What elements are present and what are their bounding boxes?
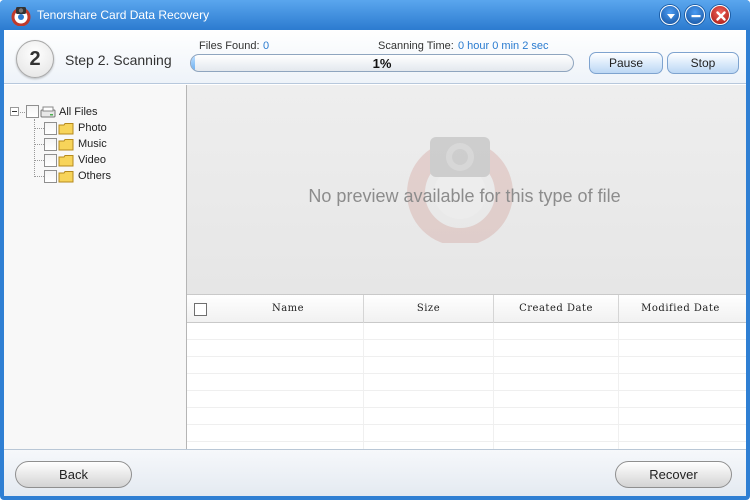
select-all-checkbox[interactable] bbox=[194, 303, 207, 316]
files-found-label: Files Found: bbox=[199, 40, 260, 52]
tree-connector bbox=[35, 176, 44, 177]
table-row bbox=[187, 323, 746, 340]
table-row bbox=[187, 340, 746, 357]
bottom-bar: Back Recover bbox=[4, 449, 746, 496]
recover-button[interactable]: Recover bbox=[615, 461, 732, 488]
client-area: 2 Step 2. Scanning Files Found: 0 Scanni… bbox=[4, 30, 746, 496]
dropdown-icon bbox=[667, 14, 675, 19]
column-header-name[interactable]: Name bbox=[213, 295, 363, 323]
stop-button[interactable]: Stop bbox=[667, 52, 739, 74]
back-button[interactable]: Back bbox=[15, 461, 132, 488]
others-checkbox[interactable] bbox=[44, 170, 57, 183]
step-label: Step 2. Scanning bbox=[65, 52, 172, 68]
table-row bbox=[187, 391, 746, 408]
tree-item-video[interactable]: Video bbox=[78, 154, 106, 166]
scanning-time-label: Scanning Time: bbox=[378, 40, 454, 52]
app-window: Tenorshare Card Data Recovery 2 Step 2. … bbox=[0, 0, 750, 500]
scan-progress-bar: 1% bbox=[190, 54, 574, 72]
all-files-checkbox[interactable] bbox=[26, 105, 39, 118]
table-row bbox=[187, 408, 746, 425]
scanning-time-value: 0 hour 0 min 2 sec bbox=[458, 40, 549, 52]
video-checkbox[interactable] bbox=[44, 154, 57, 167]
progress-percent: 1% bbox=[372, 56, 392, 71]
column-header-created-date[interactable]: Created Date bbox=[493, 295, 618, 323]
column-header-modified-date[interactable]: Modified Date bbox=[618, 295, 742, 323]
file-list-table: Name Size Created Date Modified Date bbox=[187, 295, 746, 449]
table-row bbox=[187, 425, 746, 442]
table-row bbox=[187, 374, 746, 391]
step-number: 2 bbox=[16, 40, 54, 78]
drive-icon bbox=[40, 106, 56, 118]
folder-icon bbox=[58, 139, 74, 151]
dropdown-button[interactable] bbox=[660, 5, 680, 25]
close-button[interactable] bbox=[710, 5, 730, 25]
preview-pane: No preview available for this type of fi… bbox=[187, 85, 746, 295]
tree-item-all-files[interactable]: All Files bbox=[59, 106, 98, 118]
watermark-logo-icon bbox=[407, 137, 513, 243]
table-body bbox=[187, 323, 746, 449]
step-bar: 2 Step 2. Scanning Files Found: 0 Scanni… bbox=[4, 30, 746, 84]
folder-icon bbox=[58, 123, 74, 135]
folder-icon bbox=[58, 155, 74, 167]
tree-connector bbox=[35, 160, 44, 161]
table-row bbox=[187, 357, 746, 374]
tree-item-music[interactable]: Music bbox=[78, 138, 107, 150]
title-bar[interactable]: Tenorshare Card Data Recovery bbox=[0, 0, 750, 30]
folder-icon bbox=[58, 171, 74, 183]
pause-button[interactable]: Pause bbox=[589, 52, 663, 74]
tree-connector bbox=[35, 144, 44, 145]
table-header: Name Size Created Date Modified Date bbox=[187, 295, 746, 323]
minimize-button[interactable] bbox=[685, 5, 705, 25]
app-logo-icon bbox=[11, 7, 31, 26]
music-checkbox[interactable] bbox=[44, 138, 57, 151]
file-type-tree: All Files Photo Music Video Others bbox=[4, 85, 187, 449]
tree-item-others[interactable]: Others bbox=[78, 170, 111, 182]
tree-collapse-toggle[interactable] bbox=[10, 107, 19, 116]
no-preview-message: No preview available for this type of fi… bbox=[308, 186, 621, 206]
minimize-icon bbox=[691, 15, 701, 18]
photo-checkbox[interactable] bbox=[44, 122, 57, 135]
window-title: Tenorshare Card Data Recovery bbox=[37, 8, 210, 22]
tree-item-photo[interactable]: Photo bbox=[78, 122, 107, 134]
column-header-size[interactable]: Size bbox=[363, 295, 493, 323]
tree-connector bbox=[35, 128, 44, 129]
files-found-value: 0 bbox=[263, 40, 270, 52]
close-icon bbox=[716, 11, 726, 21]
